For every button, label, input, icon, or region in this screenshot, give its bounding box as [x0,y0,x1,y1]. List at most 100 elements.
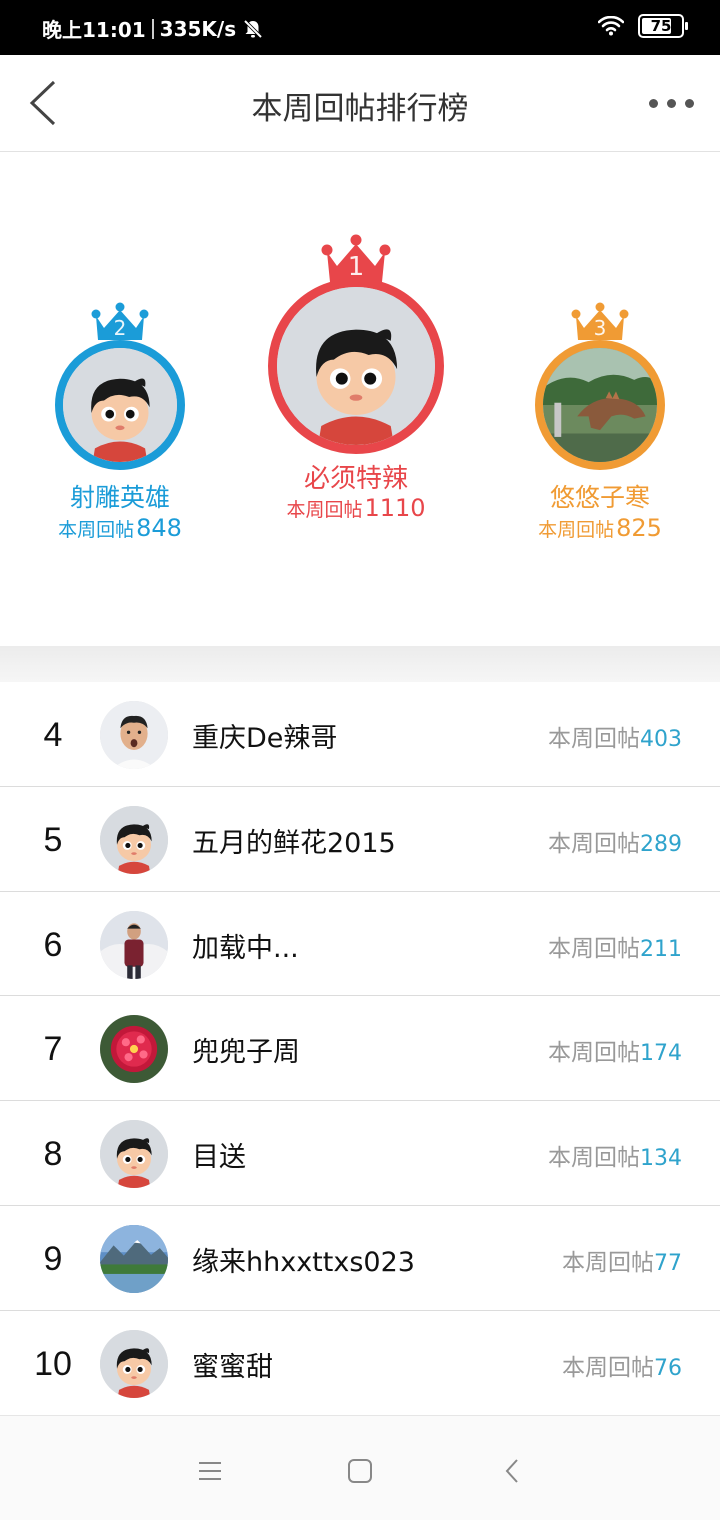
list-item[interactable]: 8 目送 本周回帖134 [0,1101,720,1206]
user-name: 加载中... [192,932,299,964]
rank-number: 10 [34,1344,72,1383]
list-item[interactable]: 6 加载中... 本周回帖211 [0,891,720,997]
score-value: 289 [640,831,682,857]
top-three-podium: 2 射雕英雄 本周回帖848 1 必须特辣 本周回帖1110 3 悠悠子寒 本周… [0,152,720,646]
user-name: 五月的鲜花2015 [192,827,396,859]
score-label: 本周回帖 [548,830,640,857]
score-value: 77 [654,1250,682,1276]
avatar [535,340,665,470]
podium-third-place[interactable]: 3 悠悠子寒 本周回帖825 [508,302,692,552]
podium-second-place[interactable]: 2 射雕英雄 本周回帖848 [28,302,212,552]
podium-score: 本周回帖848 [28,514,212,542]
chevron-left-icon [505,1459,518,1483]
list-item[interactable]: 9 缘来hhxxttxs023 本周回帖77 [0,1205,720,1311]
score-label: 本周回帖 [538,519,615,541]
system-back-button[interactable] [492,1456,532,1486]
wifi-icon [598,16,624,36]
status-right: 75 [598,14,688,38]
score-value: 825 [616,514,662,542]
list-item[interactable]: 5 五月的鲜花2015 本周回帖289 [0,786,720,892]
status-net-speed: 335K/s [159,16,237,41]
status-separator [151,18,154,39]
user-name: 蜜蜜甜 [192,1351,273,1383]
mountain-lake-avatar [100,1224,168,1293]
menu-button[interactable] [190,1456,230,1486]
podium-score: 本周回帖825 [508,514,692,542]
row-score: 本周回帖134 [548,1138,682,1172]
score-label: 本周回帖 [286,499,363,521]
score-value: 211 [640,936,682,962]
row-score: 本周回帖174 [548,1033,682,1067]
crown-rank-number: 3 [593,316,607,340]
more-options-button[interactable] [636,81,706,125]
list-item[interactable]: 10 蜜蜜甜 本周回帖76 [0,1310,720,1416]
man-snow-photo-avatar [100,910,168,979]
avatar [100,1015,168,1084]
user-name: 缘来hhxxttxs023 [192,1246,415,1278]
row-score: 本周回帖211 [548,929,682,963]
cartoon-boy-avatar [100,1329,168,1398]
avatar [100,1120,168,1189]
more-dot-icon [684,98,694,108]
podium-score: 本周回帖1110 [256,494,456,522]
avatar [55,340,185,470]
battery-level: 75 [650,17,672,35]
dinosaur-photo-avatar [543,348,657,462]
score-label: 本周回帖 [548,1040,640,1067]
avatar [100,1224,168,1293]
score-label: 本周回帖 [548,1145,640,1172]
score-label: 本周回帖 [548,935,640,962]
avatar [268,278,444,454]
score-label: 本周回帖 [562,1354,654,1381]
score-value: 403 [640,727,682,752]
row-score: 本周回帖76 [562,1348,682,1382]
square-home-icon [348,1459,372,1483]
rank-number: 9 [43,1239,63,1278]
battery-indicator: 75 [638,14,688,38]
rank-number: 8 [43,1135,63,1174]
header-bar: 本周回帖排行榜 [0,55,720,152]
avatar [100,910,168,979]
rank-number: 6 [43,925,63,964]
status-bar: 晚上11:01 335K/s 75 [0,0,720,55]
avatar [100,805,168,874]
score-label: 本周回帖 [562,1249,654,1276]
row-score: 本周回帖403 [548,719,682,753]
status-left: 晚上11:01 335K/s [42,14,264,43]
user-name: 重庆De辣哥 [192,723,338,754]
section-divider [0,646,720,682]
list-item[interactable]: 7 兜兜子周 本周回帖174 [0,996,720,1102]
score-label: 本周回帖 [548,726,640,752]
avatar [100,1329,168,1398]
podium-first-place[interactable]: 1 必须特辣 本周回帖1110 [256,234,456,534]
user-name: 目送 [192,1142,246,1174]
score-label: 本周回帖 [58,519,135,541]
score-value: 134 [640,1146,682,1172]
cartoon-boy-avatar [63,348,177,462]
podium-name: 悠悠子寒 [549,483,650,512]
crown-rank-number: 2 [113,316,127,340]
list-item[interactable]: 4 重庆De辣哥 本周回帖403 [0,682,720,787]
user-name: 兜兜子周 [192,1037,300,1069]
score-value: 1110 [364,494,426,522]
red-flower-avatar [100,1015,168,1084]
row-score: 本周回帖289 [548,824,682,858]
status-time: 晚上11:01 [42,18,146,42]
score-value: 174 [640,1041,682,1067]
ranking-list: 4 重庆De辣哥 本周回帖403 5 五月的鲜花2015 本周回帖289 6 加… [0,682,720,1416]
cartoon-boy-avatar [277,287,435,445]
avatar [100,701,168,769]
mute-bell-icon [243,19,263,38]
page-title: 本周回帖排行榜 [251,91,469,127]
more-dot-icon [648,98,658,108]
cartoon-boy-avatar [100,805,168,874]
more-dot-icon [666,98,676,108]
rank-number: 4 [43,716,63,754]
score-value: 848 [136,514,182,542]
row-score: 本周回帖77 [562,1243,682,1277]
score-value: 76 [654,1355,682,1381]
cartoon-boy-avatar [100,1120,168,1189]
menu-icon [199,1462,221,1480]
home-button[interactable] [340,1456,380,1486]
podium-name: 必须特辣 [303,464,408,494]
